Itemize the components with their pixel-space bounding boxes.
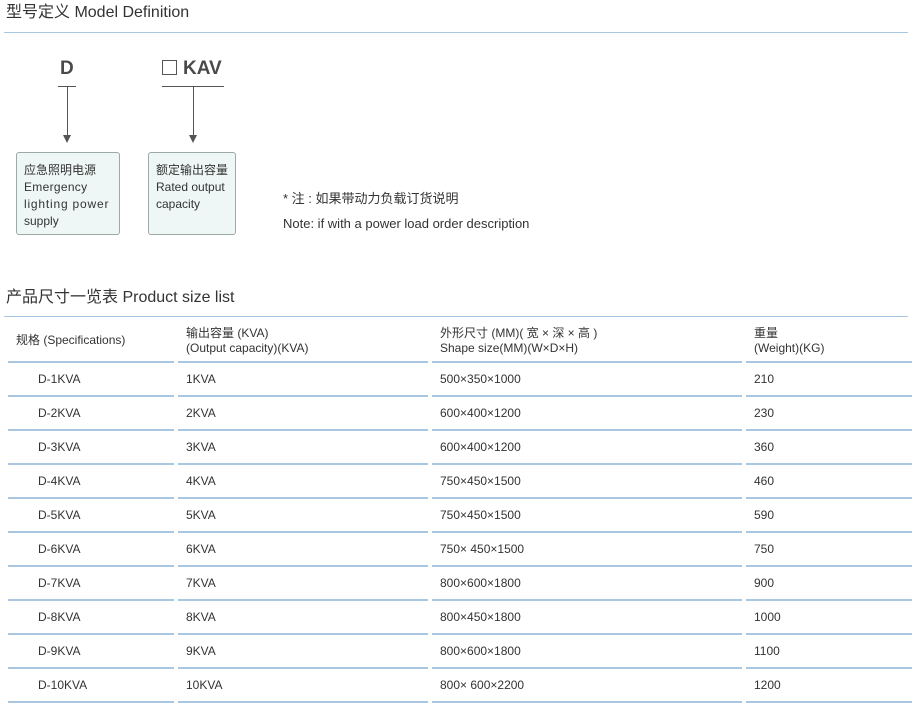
cell-output-capacity: 3KVA (178, 431, 428, 465)
definition-box-en-line: supply (24, 214, 59, 228)
cell-specification: D-7KVA (8, 567, 174, 601)
definition-box-cn: 应急照明电源 (24, 163, 97, 177)
code-kav-text: KAV (183, 58, 222, 79)
table-row: D-3KVA 3KVA 600×400×1200 360 (8, 431, 912, 465)
cell-output-capacity: 10KVA (178, 669, 428, 703)
cell-shape-size: 800×450×1800 (432, 601, 742, 635)
connector-d-line (67, 86, 68, 136)
model-definition-title: 型号定义 Model Definition (6, 4, 190, 21)
cell-output-capacity: 7KVA (178, 567, 428, 601)
table-row: D-2KVA 2KVA 600×400×1200 230 (8, 397, 912, 431)
header-label-line: 重量 (754, 325, 779, 340)
cell-shape-size: 800×600×1800 (432, 567, 742, 601)
arrow-down-icon (63, 135, 71, 143)
header-weight: 重量 (Weight)(KG) (746, 320, 912, 363)
cell-weight: 1100 (746, 635, 912, 669)
cell-shape-size: 750×450×1500 (432, 499, 742, 533)
header-label-line: (Output capacity)(KVA) (186, 340, 309, 355)
cell-output-capacity: 5KVA (178, 499, 428, 533)
table-row: D-4KVA 4KVA 750×450×1500 460 (8, 465, 912, 499)
table-row: D-10KVA 10KVA 800× 600×2200 1200 (8, 669, 912, 703)
connector-kav-line (193, 86, 194, 136)
cell-weight: 360 (746, 431, 912, 465)
table-row: D-1KVA 1KVA 500×350×1000 210 (8, 363, 912, 397)
header-label-line: 外形尺寸 (MM)( 宽 × 深 × 高 ) (440, 325, 598, 340)
cell-shape-size: 600×400×1200 (432, 431, 742, 465)
code-letter-d: D (60, 58, 74, 79)
cell-weight: 460 (746, 465, 912, 499)
cell-specification: D-8KVA (8, 601, 174, 635)
cell-specification: D-4KVA (8, 465, 174, 499)
table-row: D-9KVA 9KVA 800×600×1800 1100 (8, 635, 912, 669)
cell-specification: D-9KVA (8, 635, 174, 669)
table-row: D-6KVA 6KVA 750× 450×1500 750 (8, 533, 912, 567)
cell-weight: 590 (746, 499, 912, 533)
cell-shape-size: 800× 600×2200 (432, 669, 742, 703)
cell-specification: D-6KVA (8, 533, 174, 567)
cell-weight: 1200 (746, 669, 912, 703)
cell-weight: 1000 (746, 601, 912, 635)
model-definition-divider (4, 32, 908, 33)
table-row: D-5KVA 5KVA 750×450×1500 590 (8, 499, 912, 533)
header-label-line: (Weight)(KG) (754, 340, 825, 355)
note-cn: * 注 : 如果带动力负载订货说明 (283, 191, 459, 206)
table-row: D-8KVA 8KVA 800×450×1800 1000 (8, 601, 912, 635)
note-en: Note: if with a power load order descrip… (283, 216, 530, 231)
cell-shape-size: 600×400×1200 (432, 397, 742, 431)
cell-output-capacity: 6KVA (178, 533, 428, 567)
definition-box-en-line: Rated output (156, 180, 225, 194)
definition-box-en-line: Emergency (24, 180, 88, 194)
cell-output-capacity: 1KVA (178, 363, 428, 397)
cell-shape-size: 750×450×1500 (432, 465, 742, 499)
cell-specification: D-2KVA (8, 397, 174, 431)
table-row: D-7KVA 7KVA 800×600×1800 900 (8, 567, 912, 601)
header-shape-size: 外形尺寸 (MM)( 宽 × 深 × 高 ) Shape size(MM)(W×D… (432, 320, 742, 363)
cell-specification: D-10KVA (8, 669, 174, 703)
cell-weight: 210 (746, 363, 912, 397)
cell-specification: D-3KVA (8, 431, 174, 465)
header-label-line: 规格 (Specifications) (16, 333, 126, 347)
header-label-line: 输出容量 (KVA) (186, 325, 269, 340)
cell-shape-size: 800×600×1800 (432, 635, 742, 669)
cell-weight: 230 (746, 397, 912, 431)
cell-weight: 750 (746, 533, 912, 567)
code-placeholder-box (162, 60, 177, 75)
definition-box-rated-capacity: 额定输出容量 Rated output capacity (148, 152, 236, 235)
code-letter-kav: KAV (162, 58, 222, 80)
product-size-title: 产品尺寸一览表 Product size list (6, 289, 235, 306)
table-header-row: 规格 (Specifications) 输出容量 (KVA) (Output ca… (8, 320, 912, 363)
cell-specification: D-5KVA (8, 499, 174, 533)
cell-output-capacity: 2KVA (178, 397, 428, 431)
arrow-down-icon (189, 135, 197, 143)
definition-box-en-line: capacity (156, 197, 201, 211)
cell-output-capacity: 9KVA (178, 635, 428, 669)
product-size-table: 规格 (Specifications) 输出容量 (KVA) (Output ca… (4, 320, 912, 703)
definition-box-power-supply: 应急照明电源 Emergency lighting power supply (16, 152, 120, 235)
definition-box-en-line: lighting power (24, 197, 110, 211)
header-output-capacity: 输出容量 (KVA) (Output capacity)(KVA) (178, 320, 428, 363)
header-specifications: 规格 (Specifications) (8, 320, 174, 363)
definition-box-cn: 额定输出容量 (156, 163, 229, 177)
cell-shape-size: 750× 450×1500 (432, 533, 742, 567)
header-label-line: Shape size(MM)(W×D×H) (440, 340, 579, 355)
cell-output-capacity: 4KVA (178, 465, 428, 499)
cell-output-capacity: 8KVA (178, 601, 428, 635)
cell-weight: 900 (746, 567, 912, 601)
cell-specification: D-1KVA (8, 363, 174, 397)
cell-shape-size: 500×350×1000 (432, 363, 742, 397)
product-size-divider (4, 316, 908, 317)
